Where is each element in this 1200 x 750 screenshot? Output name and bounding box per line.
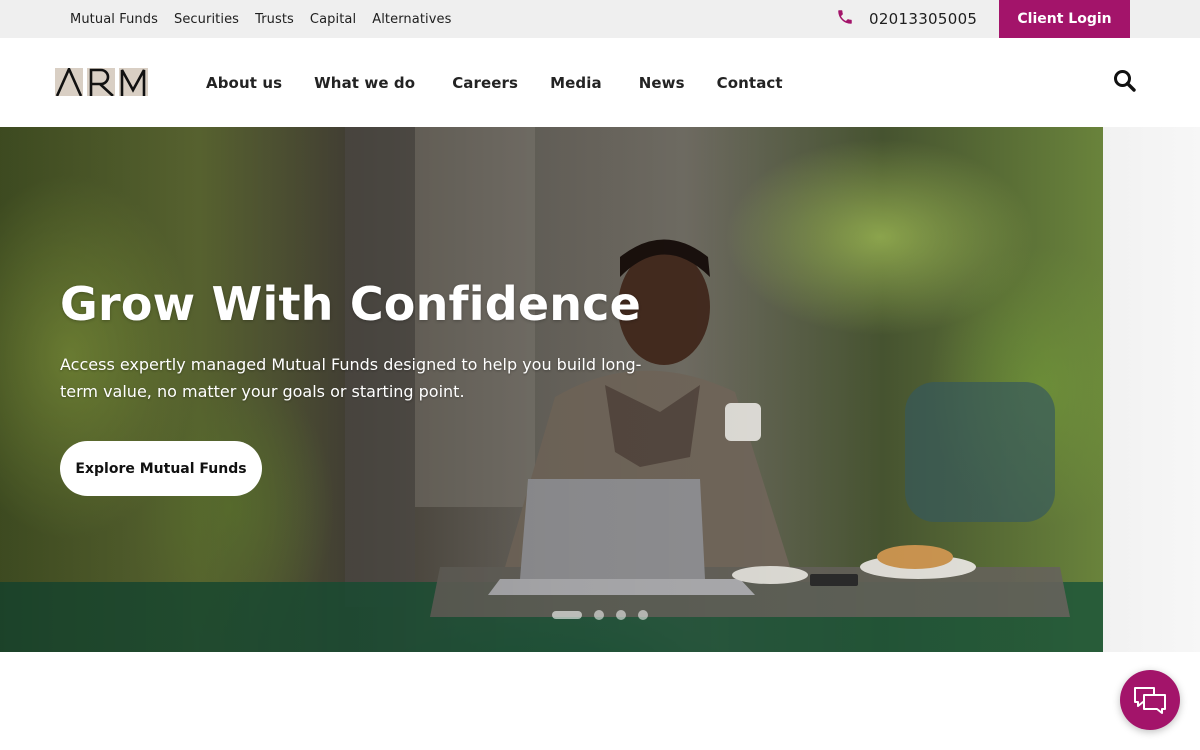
sublink-capital[interactable]: Capital (310, 12, 356, 27)
nav-contact[interactable]: Contact (717, 74, 783, 92)
client-login-button[interactable]: Client Login (999, 0, 1130, 38)
carousel-dot-4[interactable] (638, 610, 648, 620)
primary-nav: About us What we do Careers Media News C… (206, 38, 815, 127)
explore-mutual-funds-button[interactable]: Explore Mutual Funds (60, 441, 262, 496)
sublink-securities[interactable]: Securities (174, 12, 239, 27)
arm-logo[interactable] (55, 65, 148, 97)
nav-media[interactable]: Media (550, 74, 602, 92)
search-icon (1114, 70, 1136, 92)
carousel-dot-1[interactable] (552, 611, 582, 619)
search-button[interactable] (1112, 68, 1138, 94)
carousel-dot-2[interactable] (594, 610, 604, 620)
hero-description: Access expertly managed Mutual Funds des… (60, 355, 642, 401)
sublink-mutual-funds[interactable]: Mutual Funds (70, 12, 158, 27)
top-utility-bar: Mutual Funds Securities Trusts Capital A… (0, 0, 1200, 38)
hero-title: Grow With Confidence (60, 277, 642, 331)
sublink-alternatives[interactable]: Alternatives (372, 12, 451, 27)
main-navigation: About us What we do Careers Media News C… (0, 38, 1200, 127)
nav-news[interactable]: News (639, 74, 685, 92)
sublink-trusts[interactable]: Trusts (255, 12, 294, 27)
subsidiary-links: Mutual Funds Securities Trusts Capital A… (70, 0, 452, 38)
chat-button[interactable] (1120, 670, 1180, 730)
phone-contact[interactable]: 02013305005 (836, 0, 977, 38)
phone-icon (836, 8, 854, 30)
phone-number: 02013305005 (869, 10, 978, 28)
hero-carousel: Grow With Confidence Access expertly man… (0, 127, 1103, 652)
carousel-dot-3[interactable] (616, 610, 626, 620)
nav-what-we-do[interactable]: What we do (314, 74, 415, 92)
next-slide-peek (1103, 127, 1200, 652)
nav-careers[interactable]: Careers (452, 74, 518, 92)
nav-about-us[interactable]: About us (206, 74, 282, 92)
chat-bubbles-icon (1134, 687, 1166, 714)
carousel-pagination (552, 610, 648, 620)
